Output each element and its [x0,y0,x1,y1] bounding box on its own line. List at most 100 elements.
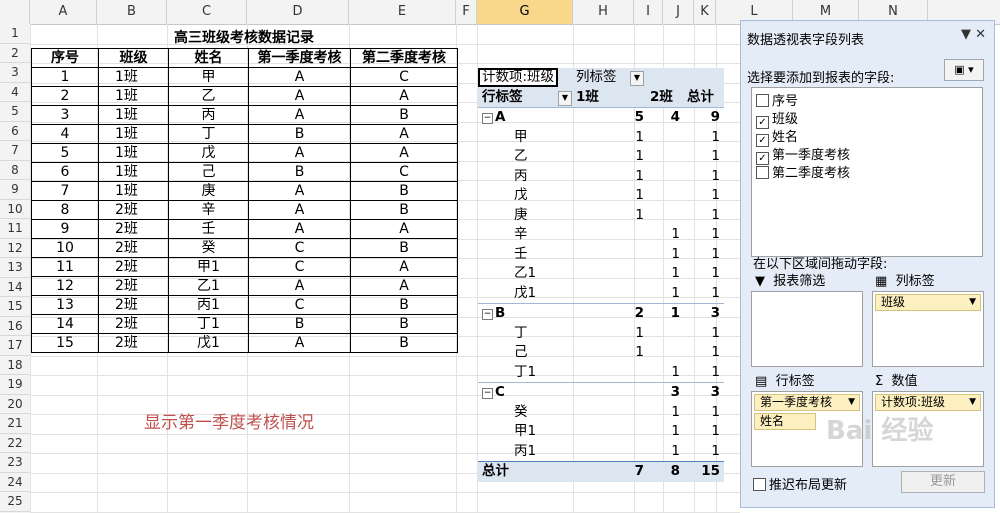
row-header-1[interactable]: 1 [0,24,30,44]
table-cell[interactable]: 1班 [98,162,169,182]
row-header-12[interactable]: 12 [0,239,30,258]
table-cell[interactable]: 乙 [168,86,249,106]
table-cell[interactable]: A [350,124,458,144]
column-header-j[interactable]: J [663,0,694,24]
table-cell[interactable]: A [248,276,351,296]
pivot-item-row[interactable]: 戊 1 1 [478,186,724,206]
table-cell[interactable]: 13 [31,295,99,315]
column-header-a[interactable]: A [30,0,97,24]
table-cell[interactable]: 丙 [168,105,249,125]
table-cell[interactable]: 5 [31,143,99,163]
table-cell[interactable]: 甲1 [168,257,249,277]
pivot-group-row[interactable]: − B 2 1 3 [478,303,724,324]
table-header-cell[interactable]: 第二季度考核 [350,48,458,68]
table-cell[interactable]: B [248,314,351,334]
row-header-5[interactable]: 5 [0,102,30,122]
filter-drop-zone[interactable] [751,291,863,367]
pivot-item-row[interactable]: 癸 1 1 [478,403,724,423]
pivot-header-row[interactable]: 计数项:班级 列标签 ▼ [478,68,724,88]
column-header-h[interactable]: H [573,0,634,24]
table-cell[interactable]: A [350,257,458,277]
table-cell[interactable]: 7 [31,181,99,201]
row-header-15[interactable]: 15 [0,297,30,317]
pivot-item-row[interactable]: 丙 1 1 [478,167,724,187]
table-cell[interactable]: A [350,219,458,239]
pivot-item-row[interactable]: 甲1 1 1 [478,422,724,442]
layout-options-button[interactable]: ▣ ▾ [944,59,984,81]
table-cell[interactable]: 2班 [98,295,169,315]
table-header-cell[interactable]: 序号 [31,48,99,68]
row-filter-dropdown-icon[interactable]: ▼ [558,90,572,106]
pivot-column-header-row[interactable]: 行标签 ▼ 1班 2班 总计 [478,87,724,107]
table-cell[interactable]: 辛 [168,200,249,220]
update-button[interactable]: 更新 [901,471,985,493]
table-cell[interactable]: B [350,105,458,125]
pivot-item-row[interactable]: 丁1 1 1 [478,363,724,383]
table-cell[interactable]: 14 [31,314,99,334]
pivot-item-row[interactable]: 戊1 1 1 [478,284,724,304]
row-header-17[interactable]: 17 [0,336,30,356]
pivot-item-row[interactable]: 丙1 1 1 [478,442,724,462]
table-cell[interactable]: 癸 [168,238,249,258]
column-header-k[interactable]: K [694,0,716,24]
table-cell[interactable]: C [248,257,351,277]
table-header-cell[interactable]: 第一季度考核 [248,48,351,68]
table-cell[interactable]: 壬 [168,219,249,239]
table-cell[interactable]: C [248,295,351,315]
row-header-16[interactable]: 16 [0,317,30,336]
column-header-i[interactable]: I [634,0,663,24]
table-cell[interactable]: 6 [31,162,99,182]
row-header-22[interactable]: 22 [0,434,30,453]
column-header-b[interactable]: B [97,0,167,24]
table-cell[interactable]: B [350,333,458,353]
collapse-icon[interactable]: − [482,113,493,124]
table-cell[interactable]: C [248,238,351,258]
table-cell[interactable]: B [248,162,351,182]
table-cell[interactable]: A [248,86,351,106]
row-header-9[interactable]: 9 [0,180,30,200]
pivot-total-row[interactable]: 总计 7 8 15 [478,461,724,482]
table-cell[interactable]: 2班 [98,333,169,353]
defer-update-checkbox[interactable] [753,478,766,491]
pivot-item-row[interactable]: 丁 1 1 [478,324,724,344]
defer-update-option[interactable]: 推迟布局更新 [753,474,847,493]
table-cell[interactable]: A [248,181,351,201]
table-cell[interactable]: 丙1 [168,295,249,315]
table-cell[interactable]: 9 [31,219,99,239]
row-header-14[interactable]: 14 [0,278,30,297]
table-cell[interactable]: A [350,86,458,106]
table-cell[interactable]: 2班 [98,219,169,239]
pivot-item-row[interactable]: 乙1 1 1 [478,264,724,284]
table-cell[interactable]: A [350,276,458,296]
table-cell[interactable]: A [248,200,351,220]
table-cell[interactable]: 2班 [98,276,169,296]
row-header-3[interactable]: 3 [0,63,30,83]
table-cell[interactable]: B [350,200,458,220]
pivot-item-row[interactable]: 庚 1 1 [478,206,724,226]
row-header-24[interactable]: 24 [0,473,30,492]
table-cell[interactable]: A [248,219,351,239]
table-cell[interactable]: 庚 [168,181,249,201]
pivot-item-row[interactable]: 甲 1 1 [478,128,724,148]
table-cell[interactable]: 戊 [168,143,249,163]
row-header-21[interactable]: 21 [0,414,30,434]
select-all-corner[interactable] [0,0,30,24]
table-cell[interactable]: 2班 [98,238,169,258]
table-cell[interactable]: A [248,105,351,125]
table-cell[interactable]: 2班 [98,257,169,277]
table-cell[interactable]: 1 [31,67,99,87]
table-cell[interactable]: A [248,143,351,163]
column-header-g[interactable]: G [477,0,573,24]
table-cell[interactable]: 15 [31,333,99,353]
column-drop-zone[interactable]: 班级 ▼ [872,291,984,367]
table-cell[interactable]: A [248,67,351,87]
table-cell[interactable]: B [248,124,351,144]
table-cell[interactable]: 1班 [98,124,169,144]
column-header-e[interactable]: E [349,0,456,24]
pivot-group-row[interactable]: − A 5 4 9 [478,107,724,128]
table-cell[interactable]: 8 [31,200,99,220]
row-header-7[interactable]: 7 [0,141,30,161]
table-cell[interactable]: 10 [31,238,99,258]
pivot-group-row[interactable]: − C 3 3 [478,382,724,403]
row-header-6[interactable]: 6 [0,122,30,141]
